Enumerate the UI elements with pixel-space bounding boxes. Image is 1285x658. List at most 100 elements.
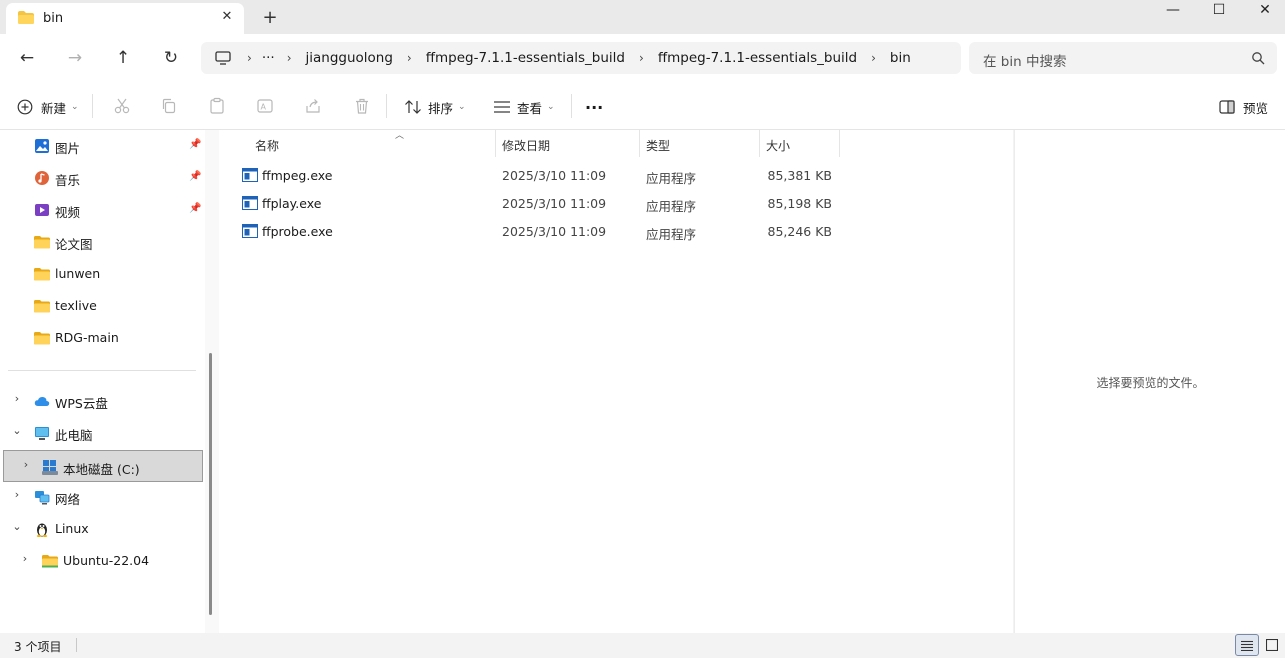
rename-icon[interactable]: A [256,97,274,115]
status-bar: 3 个项目 [0,633,1285,658]
tiles-view-button[interactable] [1261,634,1285,656]
svg-text:A: A [261,103,267,112]
breadcrumb-item[interactable]: ffmpeg-7.1.1-essentials_build [426,50,625,66]
view-list-icon [494,101,510,113]
forward-button[interactable]: → [63,46,87,70]
nav-item-folder[interactable]: RDG-main [0,322,203,354]
linux-penguin-icon [36,523,48,537]
folder-icon [34,236,50,249]
sort-button[interactable]: 排序 ⌄ [404,96,466,118]
nav-item-label: 此电脑 [55,428,93,443]
file-size: 85,381 KB [767,168,832,183]
chevron-down-icon[interactable]: ⌄ [11,424,23,437]
breadcrumb-item[interactable]: ffmpeg-7.1.1-essentials_build [658,50,857,66]
cut-icon[interactable] [113,97,131,115]
delete-icon[interactable] [353,97,371,115]
nav-item-folder[interactable]: lunwen [0,258,203,290]
chevron-down-icon[interactable]: ⌄ [11,520,23,533]
preview-label: 预览 [1243,100,1269,116]
maximize-button[interactable]: ☐ [1196,0,1242,24]
file-name: ffplay.exe [262,196,322,211]
tab-bin[interactable]: bin ✕ [6,3,244,34]
divider [92,94,93,118]
nav-item-network[interactable]: › 网络 [0,481,203,513]
copy-icon[interactable] [160,97,178,115]
chevron-down-icon: ⌄ [458,102,466,112]
nav-item-label: 本地磁盘 (C:) [63,462,140,477]
details-view-icon [1241,640,1253,651]
paste-icon[interactable] [208,97,226,115]
pictures-icon [35,139,49,153]
chevron-right-icon[interactable]: › [20,458,32,471]
breadcrumb-item[interactable]: bin [890,50,911,66]
back-button[interactable]: ← [15,46,39,70]
column-header-type[interactable]: 类型 [639,130,759,157]
column-label: 大小 [766,139,791,153]
new-button[interactable]: 新建 ⌄ [17,96,79,118]
up-button[interactable]: ↑ [111,46,135,70]
nav-item-label: 音乐 [55,173,81,188]
close-tab-icon[interactable]: ✕ [218,8,236,26]
nav-item-ubuntu[interactable]: › Ubuntu-22.04 [0,545,203,577]
breadcrumb-item[interactable]: jiangguolong [306,50,393,66]
preview-pane-button[interactable]: 预览 [1219,96,1268,118]
nav-item-local-disk[interactable]: › 本地磁盘 (C:) [3,450,203,482]
file-type: 应用程序 [646,227,697,242]
pin-icon: 📌 [189,203,202,214]
view-button[interactable]: 查看 ⌄ [493,96,555,118]
nav-item-music[interactable]: 音乐 📌 [0,162,203,194]
minimize-button[interactable]: — [1150,0,1196,24]
nav-item-folder[interactable]: texlive [0,290,203,322]
nav-item-pictures[interactable]: 图片 📌 [0,130,203,162]
plus-circle-icon [17,99,33,115]
details-view-button[interactable] [1235,634,1259,656]
column-header-size[interactable]: 大小 [759,130,840,157]
breadcrumb-more[interactable]: ··· [262,50,275,66]
computer-icon [35,427,49,440]
tiles-view-icon [1266,639,1278,651]
music-icon [35,171,49,185]
nav-item-linux[interactable]: ⌄ Linux [0,513,203,545]
sort-label: 排序 [428,100,454,116]
new-tab-button[interactable]: + [260,8,280,28]
file-type: 应用程序 [646,199,697,214]
nav-item-label: lunwen [55,266,101,281]
chevron-right-icon[interactable]: › [11,488,23,501]
close-window-button[interactable]: ✕ [1242,0,1285,24]
navigation-pane: 图片 📌 音乐 📌 视频 📌 论文图 lunwen texlive RDG-ma… [0,130,205,633]
share-icon[interactable] [304,97,322,115]
folder-icon [42,555,58,568]
file-date: 2025/3/10 11:09 [502,168,607,183]
file-row[interactable]: ffprobe.exe 2025/3/10 11:09 应用程序 85,246 … [237,217,837,245]
computer-icon [215,51,231,65]
exe-file-icon [242,196,258,210]
nav-item-this-pc[interactable]: ⌄ 此电脑 [0,417,203,449]
nav-item-wps-cloud[interactable]: › WPS云盘 [0,385,203,417]
preview-message: 选择要预览的文件。 [1096,376,1205,390]
file-size: 85,246 KB [767,224,832,239]
nav-item-video[interactable]: 视频 📌 [0,194,203,226]
address-bar[interactable]: › ··· › jiangguolong › ffmpeg-7.1.1-esse… [201,42,961,74]
column-header-name[interactable]: 名称 ︿ [249,130,496,157]
nav-item-folder[interactable]: 论文图 [0,226,203,258]
file-row[interactable]: ffmpeg.exe 2025/3/10 11:09 应用程序 85,381 K… [237,161,837,189]
file-row[interactable]: ffplay.exe 2025/3/10 11:09 应用程序 85,198 K… [237,189,837,217]
command-bar: 新建 ⌄ A 排序 ⌄ 查看 ⌄ ··· 预览 [0,82,1285,130]
navigation-bar: ← → ↑ ↻ › ··· › jiangguolong › ffmpeg-7.… [0,34,1285,82]
folder-icon [34,332,50,345]
nav-scrollbar-track [205,130,219,633]
chevron-right-icon: › [406,51,412,65]
chevron-down-icon: ⌄ [71,102,79,112]
column-header-date[interactable]: 修改日期 [495,130,639,157]
file-date: 2025/3/10 11:09 [502,224,607,239]
folder-icon [18,11,34,24]
nav-scrollbar-thumb[interactable] [209,353,212,615]
nav-item-label: WPS云盘 [55,396,108,411]
column-label: 名称 [255,139,280,153]
search-input[interactable]: 在 bin 中搜索 [969,42,1277,74]
chevron-right-icon[interactable]: › [19,552,31,565]
exe-file-icon [242,168,258,182]
more-options-button[interactable]: ··· [585,96,603,118]
chevron-right-icon[interactable]: › [11,392,23,405]
refresh-button[interactable]: ↻ [159,46,183,70]
